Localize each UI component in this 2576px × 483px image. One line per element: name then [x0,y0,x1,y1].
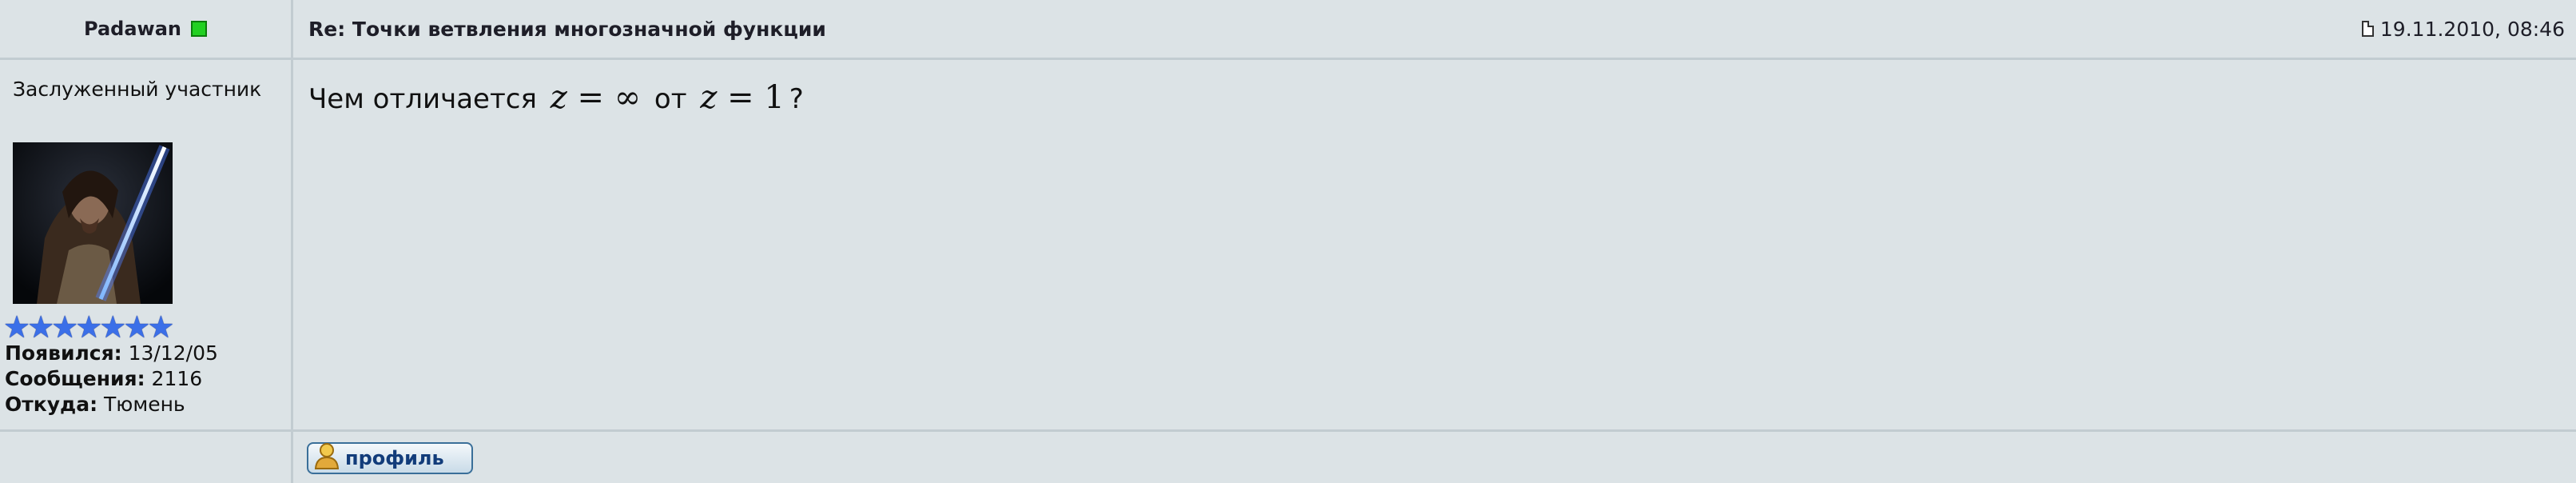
online-status-icon [190,21,207,37]
rank-stars-icons: ★★★★★★★ [3,309,174,345]
stat-posts: Сообщения: 2116 [5,366,218,392]
rank-stars: ★★★★★★★ [3,309,174,345]
author-name[interactable]: Padawan [84,18,181,40]
stat-location-label: Откуда: [5,393,98,416]
footer-separator [0,429,2576,432]
post-message: Чем отличается z = ∞ от z = 1? [308,80,804,117]
profile-button-label: профиль [345,447,444,469]
message-text-middle: от [654,83,687,115]
math2-variable: z [700,79,718,116]
math-formula-2: z = 1 [700,79,784,116]
post-subject: Re: Точки ветвления многозначной функции [308,17,826,41]
stat-location-value: Тюмень [104,393,185,416]
user-icon [314,443,340,469]
math2-rest: = 1 [717,79,785,116]
author-header: Padawan [0,0,291,58]
post-link-icon[interactable] [2361,21,2374,37]
message-text-before: Чем отличается [308,83,537,115]
stat-joined: Появился: 13/12/05 [5,341,218,366]
stat-joined-label: Появился: [5,341,122,365]
post-date: 19.11.2010, 08:46 [2379,17,2565,41]
profile-button[interactable]: профиль [307,442,473,474]
column-separator [291,0,293,483]
stat-posts-label: Сообщения: [5,367,145,390]
stat-location: Откуда: Тюмень [5,392,218,417]
math1-variable: z [550,79,567,116]
post-date-container: 19.11.2010, 08:46 [2361,0,2565,58]
header-separator [0,58,2576,60]
stat-joined-value: 13/12/05 [128,341,218,365]
stat-posts-value: 2116 [151,367,203,390]
user-rank: Заслуженный участник [13,78,262,101]
math1-rest: = ∞ [566,79,642,116]
avatar-image [13,142,173,304]
message-text-after: ? [789,83,804,115]
user-stats: Появился: 13/12/05 Сообщения: 2116 Откуд… [5,341,218,417]
math-formula-1: z = ∞ [551,79,641,116]
forum-post: Padawan Re: Точки ветвления многозначной… [0,0,2576,483]
avatar [13,142,173,304]
